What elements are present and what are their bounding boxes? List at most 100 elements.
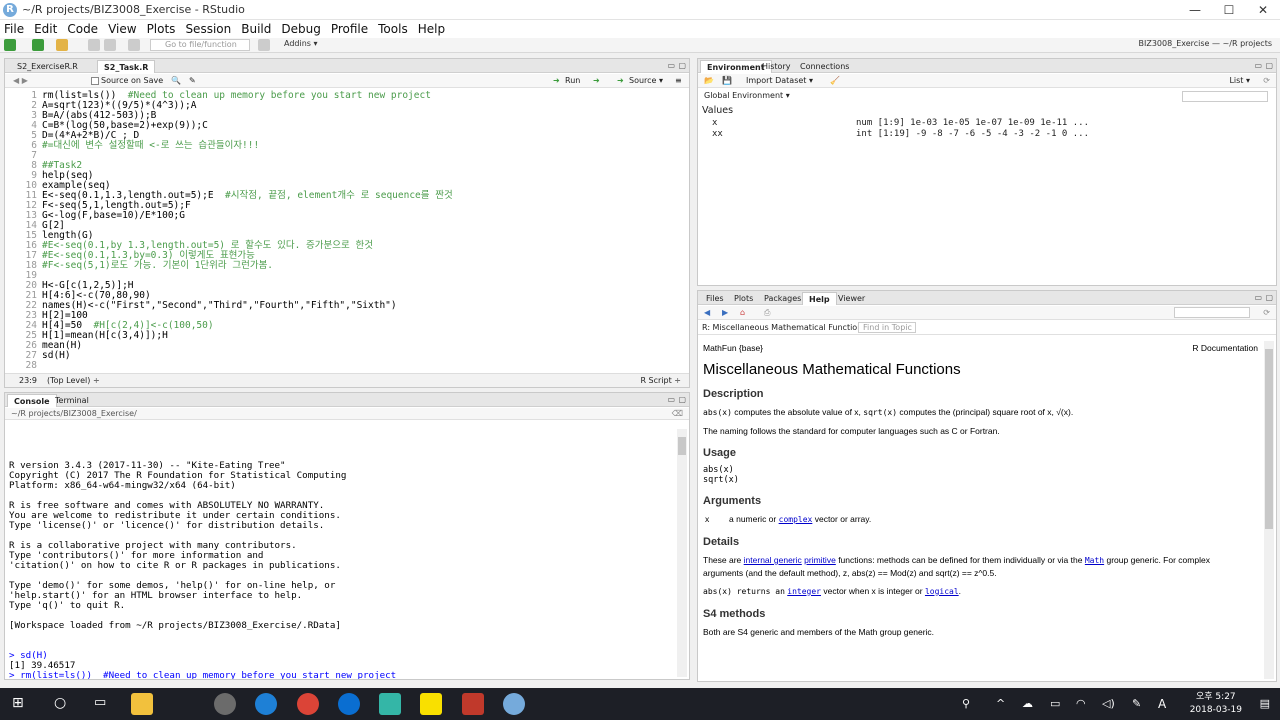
menu-code[interactable]: Code <box>62 20 103 38</box>
logical-link[interactable]: logical <box>925 587 959 596</box>
store-app-icon[interactable] <box>379 693 401 715</box>
kakaotalk-icon[interactable] <box>420 693 442 715</box>
refresh-icon[interactable]: ⟳ <box>1263 75 1270 87</box>
rerun-icon[interactable]: ➜ <box>593 75 600 87</box>
internal-generic-link[interactable]: internal generic <box>744 555 802 565</box>
outline-icon[interactable]: ≡ <box>675 75 682 87</box>
view-mode-selector[interactable]: List ▾ <box>1229 75 1250 87</box>
env-row[interactable]: xx int [1:19] -9 -8 -7 -6 -5 -4 -3 -2 -1… <box>698 129 1276 140</box>
menu-help[interactable]: Help <box>413 20 450 38</box>
code-line[interactable]: #=대신에 변수 설정할때 <-로 쓰는 습관들이자!!! <box>42 141 259 151</box>
tab-packages[interactable]: Packages <box>758 292 807 305</box>
source-on-save-checkbox[interactable] <box>91 77 99 85</box>
task-view-icon[interactable]: ▭ <box>94 695 106 710</box>
tray-up-chevron-icon[interactable]: ^ <box>996 697 1005 710</box>
print-icon[interactable] <box>128 39 140 51</box>
menu-file[interactable]: File <box>0 20 29 38</box>
broom-icon[interactable]: 🧹 <box>830 75 840 87</box>
console-output[interactable]: R version 3.4.3 (2017-11-30) -- "Kite-Ea… <box>9 431 673 680</box>
menu-view[interactable]: View <box>103 20 141 38</box>
global-environment-selector[interactable]: Global Environment ▾ <box>704 90 790 102</box>
new-file-icon[interactable] <box>4 39 16 51</box>
open-file-icon[interactable] <box>56 39 68 51</box>
edge-icon[interactable] <box>338 693 360 715</box>
project-menu[interactable]: BIZ3008_Exercise — ~/R projects <box>1139 39 1273 48</box>
onedrive-icon[interactable]: ☁ <box>1022 697 1033 710</box>
internet-explorer-icon[interactable] <box>255 693 277 715</box>
minimize-pane-icon[interactable]: ▭ <box>667 61 675 70</box>
find-in-topic-input[interactable]: Find in Topic <box>858 322 916 333</box>
minimize-pane-icon[interactable]: ▭ <box>1254 61 1262 70</box>
close-button[interactable]: ✕ <box>1246 0 1280 20</box>
ime-indicator[interactable]: A <box>1158 697 1166 711</box>
tab-s2-exercise[interactable]: S2_ExerciseR.R <box>11 60 84 73</box>
menu-edit[interactable]: Edit <box>29 20 62 38</box>
save-workspace-icon[interactable]: 💾 <box>722 75 732 87</box>
import-dataset-button[interactable]: Import Dataset ▾ <box>746 75 813 87</box>
tab-terminal[interactable]: Terminal <box>49 394 95 407</box>
tab-history[interactable]: History <box>756 60 796 73</box>
maximize-pane-icon[interactable]: ▢ <box>678 61 686 70</box>
wifi-icon[interactable]: ◠ <box>1076 697 1086 710</box>
file-type-selector[interactable]: R Script ÷ <box>640 375 681 387</box>
console-scrollbar[interactable] <box>677 429 687 677</box>
load-workspace-icon[interactable]: 📂 <box>704 75 714 87</box>
tab-s2-task[interactable]: S2_Task.R <box>97 60 156 73</box>
code-line[interactable]: sd(H) <box>42 351 71 361</box>
code-line[interactable]: #F<-seq(5,1)로도 가능. 기본이 1단위라 그런가봄. <box>42 261 273 271</box>
code-line[interactable]: names(H)<-c("First","Second","Third","Fo… <box>42 301 397 311</box>
people-icon[interactable]: ⚲ <box>962 697 970 710</box>
primitive-link[interactable]: primitive <box>804 555 836 565</box>
tab-files[interactable]: Files <box>700 292 730 305</box>
back-arrow-icon[interactable]: ◀ ▶ <box>13 75 28 87</box>
save-all-icon[interactable] <box>104 39 116 51</box>
print-icon[interactable]: ⎙ <box>764 307 770 319</box>
home-icon[interactable]: ⌂ <box>740 307 745 319</box>
search-icon[interactable]: 🔍 <box>171 75 181 87</box>
windows-start-icon[interactable]: ⊞ <box>12 695 24 711</box>
menu-build[interactable]: Build <box>236 20 276 38</box>
maximize-pane-icon[interactable]: ▢ <box>678 395 686 404</box>
complex-link[interactable]: complex <box>779 515 813 524</box>
console-working-dir[interactable]: ~/R projects/BIZ3008_Exercise/ <box>11 408 137 420</box>
tab-viewer[interactable]: Viewer <box>832 292 871 305</box>
grid-layout-icon[interactable] <box>258 39 270 51</box>
maximize-pane-icon[interactable]: ▢ <box>1265 61 1273 70</box>
network-icon[interactable]: ▭ <box>1050 697 1060 710</box>
math-link[interactable]: Math <box>1085 556 1104 565</box>
source-button[interactable]: Source ▾ <box>629 75 663 87</box>
forward-arrow-icon[interactable]: ▶ <box>722 307 728 319</box>
minimize-button[interactable]: — <box>1178 0 1212 20</box>
menu-session[interactable]: Session <box>180 20 236 38</box>
system-clock[interactable]: 오후 5:27 2018-03-19 <box>1190 691 1242 717</box>
rstudio-taskbar-icon[interactable] <box>503 693 525 715</box>
file-explorer-icon[interactable] <box>131 693 153 715</box>
new-project-icon[interactable] <box>32 39 44 51</box>
settings-gear-icon[interactable] <box>214 693 236 715</box>
run-button[interactable]: Run <box>565 75 580 87</box>
help-topic-selector[interactable]: R: Miscellaneous Mathematical Functions … <box>702 322 873 334</box>
tab-plots[interactable]: Plots <box>728 292 759 305</box>
minimize-pane-icon[interactable]: ▭ <box>667 395 675 404</box>
chrome-icon[interactable] <box>297 693 319 715</box>
refresh-icon[interactable]: ⟳ <box>1263 307 1270 319</box>
save-icon[interactable] <box>88 39 100 51</box>
integer-link[interactable]: integer <box>787 587 821 596</box>
clear-console-icon[interactable]: ⌫ <box>672 408 683 420</box>
goto-file-input[interactable]: Go to file/function <box>150 39 250 51</box>
help-search-input[interactable] <box>1174 307 1250 318</box>
pen-icon[interactable]: ✎ <box>1132 697 1141 710</box>
maximize-pane-icon[interactable]: ▢ <box>1265 293 1273 302</box>
volume-icon[interactable]: ◁) <box>1102 697 1115 710</box>
help-scrollbar[interactable] <box>1264 341 1274 679</box>
addins-menu[interactable]: Addins ▾ <box>284 39 318 48</box>
maximize-button[interactable]: ☐ <box>1212 0 1246 20</box>
magic-wand-icon[interactable]: ✎ <box>189 75 196 87</box>
menu-debug[interactable]: Debug <box>276 20 325 38</box>
scope-selector[interactable]: (Top Level) ÷ <box>47 375 100 387</box>
environment-search-input[interactable] <box>1182 91 1268 102</box>
search-icon[interactable]: ○ <box>54 695 66 711</box>
env-row[interactable]: x num [1:9] 1e-03 1e-05 1e-07 1e-09 1e-1… <box>698 118 1276 129</box>
menu-profile[interactable]: Profile <box>326 20 373 38</box>
menu-tools[interactable]: Tools <box>373 20 413 38</box>
